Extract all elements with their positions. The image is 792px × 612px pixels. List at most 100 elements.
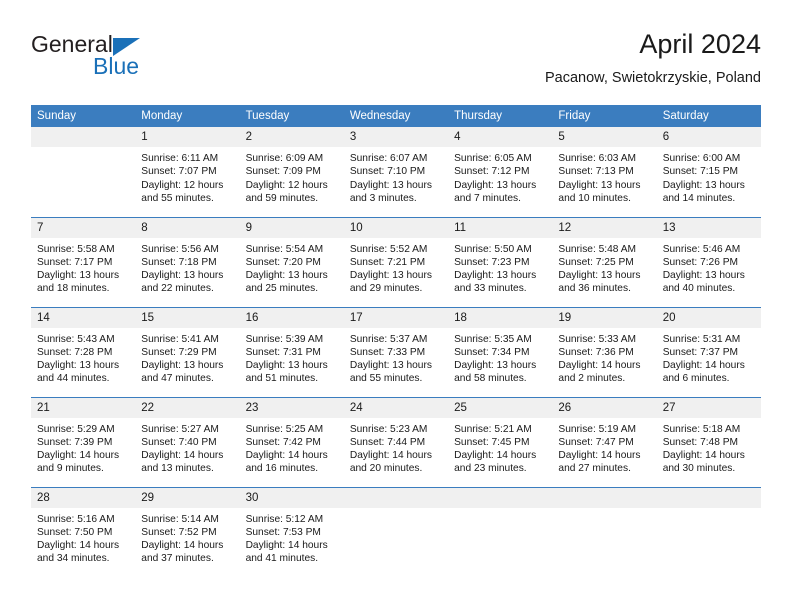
- day-number: 12: [552, 217, 657, 238]
- calendar-day-cell[interactable]: 13 Sunrise: 5:46 AM Sunset: 7:26 PM Dayligh…: [656, 216, 761, 307]
- daylight-text: and 44 minutes.: [37, 373, 110, 385]
- daylight-text: Daylight: 13 hours: [349, 179, 432, 191]
- daylight-text: Daylight: 14 hours: [349, 450, 432, 462]
- day-number: [448, 487, 553, 508]
- sunrise-text: Sunrise: 5:14 AM: [141, 513, 219, 525]
- day-cell-content: 16 Sunrise: 5:39 AM Sunset: 7:31 PM Dayligh…: [239, 307, 344, 396]
- daylight-text: Daylight: 13 hours: [662, 179, 745, 191]
- calendar-day-cell[interactable]: 14 Sunrise: 5:43 AM Sunset: 7:28 PM Dayligh…: [31, 306, 136, 397]
- calendar-day-cell[interactable]: 27 Sunrise: 5:18 AM Sunset: 7:48 PM Dayligh…: [656, 396, 761, 487]
- calendar-day-cell[interactable]: 5 Sunrise: 6:03 AM Sunset: 7:13 PM Daylight…: [552, 127, 657, 217]
- day-cell-content: 30 Sunrise: 5:12 AM Sunset: 7:53 PM Dayligh…: [239, 487, 344, 576]
- calendar-day-cell[interactable]: 29 Sunrise: 5:14 AM Sunset: 7:52 PM Dayligh…: [135, 486, 240, 577]
- weekday-header-wednesday: Wednesday: [343, 105, 449, 127]
- calendar-day-cell[interactable]: 18 Sunrise: 5:35 AM Sunset: 7:34 PM Dayligh…: [448, 306, 553, 397]
- weekday-header-tuesday: Tuesday: [239, 105, 344, 127]
- calendar-day-cell[interactable]: 2 Sunrise: 6:09 AM Sunset: 7:09 PM Daylight…: [239, 127, 344, 217]
- calendar-body: 1 Sunrise: 6:11 AM Sunset: 7:07 PM Daylight…: [31, 127, 761, 577]
- calendar-day-cell[interactable]: 15 Sunrise: 5:41 AM Sunset: 7:29 PM Dayligh…: [135, 306, 240, 397]
- daylight-text: Daylight: 12 hours: [141, 179, 224, 191]
- sunrise-text: Sunrise: 6:09 AM: [245, 153, 324, 164]
- daylight-text: and 27 minutes.: [558, 463, 631, 475]
- day-cell-content: [31, 127, 136, 215]
- calendar-week-row: 21 Sunrise: 5:29 AM Sunset: 7:39 PM Dayligh…: [31, 396, 761, 487]
- calendar-day-cell[interactable]: 4 Sunrise: 6:05 AM Sunset: 7:12 PM Daylight…: [448, 127, 553, 217]
- calendar-day-cell[interactable]: 26 Sunrise: 5:19 AM Sunset: 7:47 PM Dayligh…: [552, 396, 657, 487]
- sun-info: Sunrise: 5:48 AM Sunset: 7:25 PM Daylight:…: [552, 238, 656, 296]
- day-cell-content: 26 Sunrise: 5:19 AM Sunset: 7:47 PM Dayligh…: [552, 397, 657, 486]
- calendar-day-cell[interactable]: 20 Sunrise: 5:31 AM Sunset: 7:37 PM Dayligh…: [656, 306, 761, 397]
- calendar-day-cell[interactable]: 12 Sunrise: 5:48 AM Sunset: 7:25 PM Dayligh…: [552, 216, 657, 307]
- day-number: 27: [656, 397, 761, 418]
- sunrise-text: Sunrise: 5:19 AM: [558, 423, 636, 435]
- sunset-text: Sunset: 7:13 PM: [558, 166, 634, 178]
- daylight-text: and 55 minutes.: [349, 373, 423, 385]
- daylight-text: and 6 minutes.: [662, 373, 730, 385]
- sunrise-text: Sunrise: 5:54 AM: [245, 243, 324, 255]
- calendar-day-cell[interactable]: 19 Sunrise: 5:33 AM Sunset: 7:36 PM Dayligh…: [552, 306, 657, 397]
- calendar-day-cell[interactable]: 9 Sunrise: 5:54 AM Sunset: 7:20 PM Daylight…: [239, 216, 344, 307]
- day-number: 26: [552, 397, 657, 418]
- calendar-day-cell[interactable]: 7 Sunrise: 5:58 AM Sunset: 7:17 PM Daylight…: [31, 216, 136, 307]
- daylight-text: Daylight: 14 hours: [245, 450, 328, 462]
- calendar-day-cell[interactable]: 1 Sunrise: 6:11 AM Sunset: 7:07 PM Daylight…: [135, 127, 240, 217]
- sunset-text: Sunset: 7:40 PM: [141, 436, 217, 448]
- calendar-day-cell[interactable]: 8 Sunrise: 5:56 AM Sunset: 7:18 PM Daylight…: [135, 216, 240, 307]
- sun-info: Sunrise: 5:16 AM Sunset: 7:50 PM Daylight:…: [31, 508, 135, 566]
- sunset-text: Sunset: 7:18 PM: [141, 256, 217, 268]
- sunset-text: Sunset: 7:23 PM: [454, 256, 530, 268]
- page-subtitle: Pacanow, Swietokrzyskie, Poland: [545, 70, 761, 86]
- page-header: General Blue April 2024 Pacanow, Swietok…: [31, 28, 761, 98]
- sun-info: Sunrise: 5:37 AM Sunset: 7:33 PM Daylight:…: [344, 328, 448, 386]
- daylight-text: Daylight: 13 hours: [454, 360, 537, 372]
- calendar-day-cell[interactable]: 10 Sunrise: 5:52 AM Sunset: 7:21 PM Dayligh…: [343, 216, 449, 307]
- calendar-day-cell[interactable]: 16 Sunrise: 5:39 AM Sunset: 7:31 PM Dayligh…: [239, 306, 344, 397]
- day-cell-content: [552, 487, 657, 576]
- calendar-day-cell[interactable]: 25 Sunrise: 5:21 AM Sunset: 7:45 PM Dayligh…: [448, 396, 553, 487]
- calendar-day-cell[interactable]: 3 Sunrise: 6:07 AM Sunset: 7:10 PM Daylight…: [343, 127, 449, 217]
- sun-info: Sunrise: 5:46 AM Sunset: 7:26 PM Daylight:…: [657, 238, 761, 296]
- day-cell-content: 21 Sunrise: 5:29 AM Sunset: 7:39 PM Dayligh…: [31, 397, 136, 486]
- calendar-empty-cell: [656, 486, 761, 577]
- daylight-text: and 23 minutes.: [454, 463, 527, 475]
- sunset-text: Sunset: 7:07 PM: [141, 166, 217, 178]
- daylight-text: Daylight: 13 hours: [454, 270, 537, 282]
- sunrise-text: Sunrise: 6:05 AM: [454, 153, 532, 164]
- sunset-text: Sunset: 7:10 PM: [349, 166, 426, 178]
- day-number: 14: [31, 307, 136, 328]
- day-number: 24: [343, 397, 449, 418]
- calendar-day-cell[interactable]: 23 Sunrise: 5:25 AM Sunset: 7:42 PM Dayligh…: [239, 396, 344, 487]
- day-cell-content: 3 Sunrise: 6:07 AM Sunset: 7:10 PM Daylight…: [343, 127, 449, 215]
- day-number: 10: [343, 217, 449, 238]
- day-cell-content: 12 Sunrise: 5:48 AM Sunset: 7:25 PM Dayligh…: [552, 217, 657, 306]
- sunrise-text: Sunrise: 5:21 AM: [454, 423, 532, 435]
- sunset-text: Sunset: 7:29 PM: [141, 346, 217, 358]
- calendar-day-cell[interactable]: 22 Sunrise: 5:27 AM Sunset: 7:40 PM Dayligh…: [135, 396, 240, 487]
- calendar-day-cell[interactable]: 28 Sunrise: 5:16 AM Sunset: 7:50 PM Dayligh…: [31, 486, 136, 577]
- calendar-day-cell[interactable]: 21 Sunrise: 5:29 AM Sunset: 7:39 PM Dayligh…: [31, 396, 136, 487]
- sun-info: Sunrise: 5:39 AM Sunset: 7:31 PM Daylight:…: [240, 328, 344, 386]
- weekday-header-friday: Friday: [552, 105, 657, 127]
- day-cell-content: 5 Sunrise: 6:03 AM Sunset: 7:13 PM Daylight…: [552, 127, 657, 215]
- day-cell-content: 20 Sunrise: 5:31 AM Sunset: 7:37 PM Dayligh…: [656, 307, 761, 396]
- daylight-text: and 2 minutes.: [558, 373, 626, 385]
- day-number: 13: [656, 217, 761, 238]
- weekday-header-thursday: Thursday: [448, 105, 553, 127]
- calendar-day-cell[interactable]: 17 Sunrise: 5:37 AM Sunset: 7:33 PM Dayligh…: [343, 306, 449, 397]
- day-cell-content: 9 Sunrise: 5:54 AM Sunset: 7:20 PM Daylight…: [239, 217, 344, 306]
- sun-info: Sunrise: 5:18 AM Sunset: 7:48 PM Daylight:…: [657, 418, 761, 476]
- sunrise-text: Sunrise: 5:39 AM: [245, 333, 324, 345]
- calendar-page: General Blue April 2024 Pacanow, Swietok…: [0, 0, 792, 612]
- calendar-day-cell[interactable]: 11 Sunrise: 5:50 AM Sunset: 7:23 PM Dayligh…: [448, 216, 553, 307]
- daylight-text: and 30 minutes.: [662, 463, 736, 475]
- daylight-text: Daylight: 14 hours: [37, 450, 120, 462]
- sunset-text: Sunset: 7:50 PM: [37, 526, 113, 538]
- sunrise-text: Sunrise: 5:46 AM: [662, 243, 741, 255]
- daylight-text: and 34 minutes.: [37, 553, 110, 565]
- calendar-day-cell[interactable]: 6 Sunrise: 6:00 AM Sunset: 7:15 PM Daylight…: [656, 127, 761, 217]
- sunrise-text: Sunrise: 5:16 AM: [37, 513, 115, 525]
- calendar-day-cell[interactable]: 30 Sunrise: 5:12 AM Sunset: 7:53 PM Dayligh…: [239, 486, 344, 577]
- calendar-day-cell[interactable]: 24 Sunrise: 5:23 AM Sunset: 7:44 PM Dayligh…: [343, 396, 449, 487]
- sunrise-text: Sunrise: 5:33 AM: [558, 333, 636, 345]
- daylight-text: Daylight: 14 hours: [37, 540, 120, 552]
